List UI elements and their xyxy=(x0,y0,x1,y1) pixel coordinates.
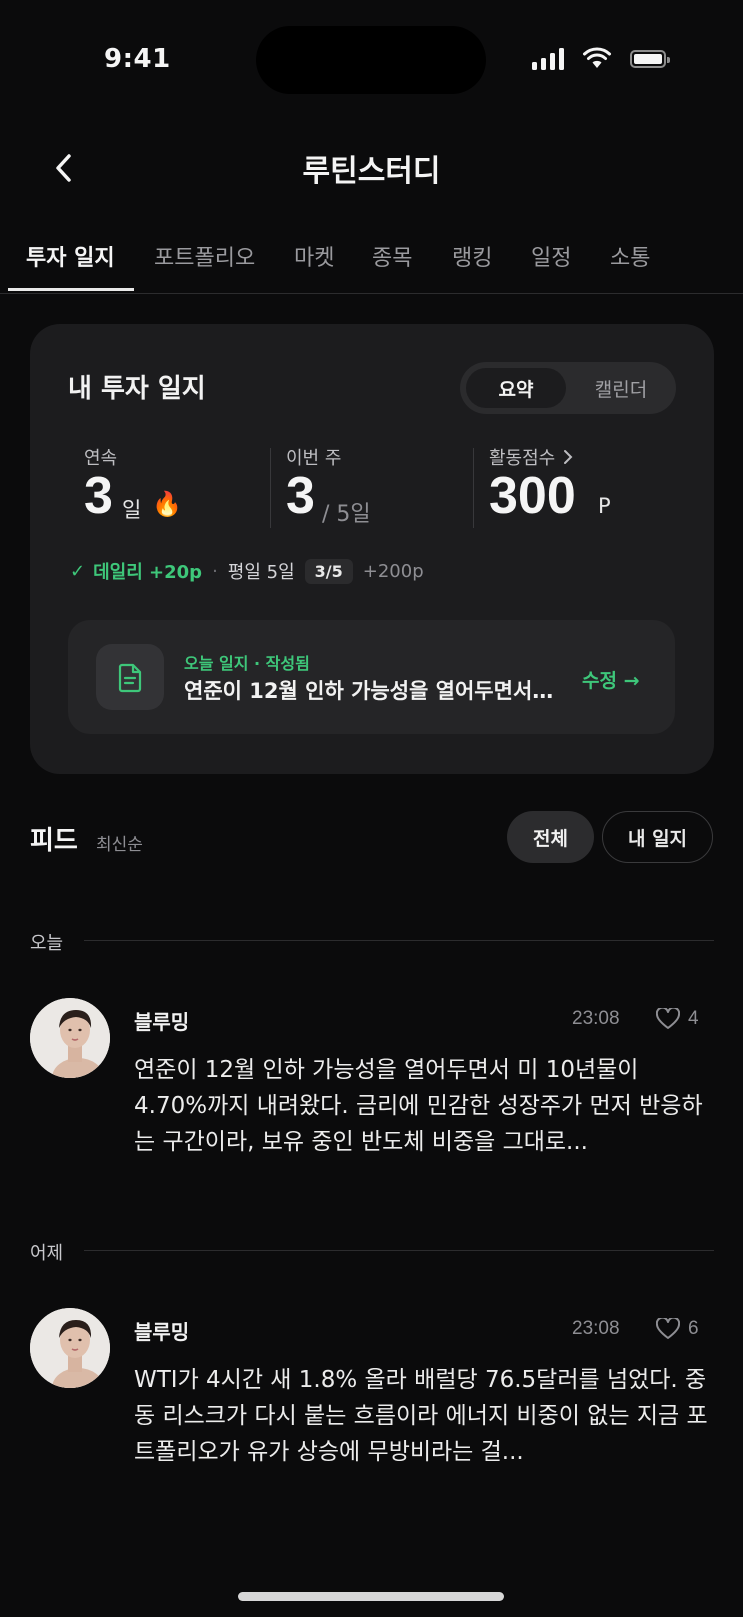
home-indicator[interactable] xyxy=(238,1592,504,1601)
heart-icon[interactable] xyxy=(656,1318,680,1340)
filter-mine-button[interactable]: 내 일지 xyxy=(602,811,713,863)
tab-bar: 투자 일지 포트폴리오 마켓 종목 랭킹 일정 소통 xyxy=(0,232,743,294)
active-tab-indicator xyxy=(8,288,134,291)
calendar-toggle-button[interactable]: 캘린더 xyxy=(572,368,670,408)
day-group-label: 어제 xyxy=(30,1243,64,1264)
post-body[interactable]: 연준이 12월 인하 가능성을 열어두면서 미 10년물이 4.70%까지 내려… xyxy=(134,1052,714,1160)
tab-journal[interactable]: 투자 일지 xyxy=(26,240,115,272)
chevron-right-icon xyxy=(564,450,573,464)
like-count: 4 xyxy=(688,1008,699,1029)
separator: · xyxy=(212,560,218,582)
stat-divider xyxy=(473,448,474,528)
check-icon: ✓ xyxy=(70,560,86,582)
day-group-label: 오늘 xyxy=(30,933,64,954)
wifi-icon xyxy=(583,47,611,68)
today-entry-preview: 연준이 12월 인하 가능성을 열어두면서 미 10년물이 4.70%까지 내려… xyxy=(184,679,560,703)
tab-market[interactable]: 마켓 xyxy=(294,240,334,272)
week-total: / 5일 xyxy=(322,502,371,527)
post-body[interactable]: WTI가 4시간 새 1.8% 올라 배럴당 76.5달러를 넘었다. 중동 리… xyxy=(134,1362,714,1470)
streak-value: 3 xyxy=(84,467,113,525)
activity-value: 300 xyxy=(489,467,576,525)
activity-unit: P xyxy=(598,494,611,518)
today-entry-status: 오늘 일지 · 작성됨 xyxy=(184,654,310,673)
summary-toggle-button[interactable]: 요약 xyxy=(466,368,566,408)
daily-reward-row: ✓ 데일리 +20p · 평일 5일 3/5 +200p xyxy=(70,556,424,586)
weekday-reward: +200p xyxy=(362,560,424,582)
avatar[interactable] xyxy=(30,1308,110,1388)
battery-icon xyxy=(630,50,670,68)
heart-icon[interactable] xyxy=(656,1008,680,1030)
edit-entry-button[interactable]: 수정 → xyxy=(582,666,640,693)
post-author[interactable]: 블루밍 xyxy=(134,1316,189,1345)
feed-title: 피드 xyxy=(30,826,78,856)
day-divider xyxy=(84,940,714,941)
weekday-progress: 3/5 xyxy=(304,558,353,584)
view-toggle: 요약 캘린더 xyxy=(460,362,676,414)
post-time: 23:08 xyxy=(572,1008,620,1029)
tab-stocks[interactable]: 종목 xyxy=(372,240,412,272)
dynamic-island xyxy=(256,26,486,94)
status-time: 9:41 xyxy=(104,44,171,74)
weekday-label: 평일 5일 xyxy=(227,562,295,583)
like-count: 6 xyxy=(688,1318,699,1339)
daily-bonus: 데일리 +20p xyxy=(93,562,203,583)
day-divider xyxy=(84,1250,714,1251)
post-author[interactable]: 블루밍 xyxy=(134,1006,189,1035)
stat-divider xyxy=(270,448,271,528)
avatar[interactable] xyxy=(30,998,110,1078)
feed-sort-label[interactable]: 최신순 xyxy=(96,830,143,855)
streak-unit: 일 xyxy=(122,498,142,522)
tab-portfolio[interactable]: 포트폴리오 xyxy=(154,240,255,272)
week-value: 3 xyxy=(286,467,315,525)
filter-all-button[interactable]: 전체 xyxy=(507,811,594,863)
tab-ranking[interactable]: 랭킹 xyxy=(452,240,492,272)
signal-icon xyxy=(532,48,564,70)
tab-schedule[interactable]: 일정 xyxy=(531,240,571,272)
document-icon xyxy=(96,644,164,710)
page-title: 루틴스터디 xyxy=(302,154,441,189)
fire-icon: 🔥 xyxy=(152,490,182,518)
journal-card-title: 내 투자 일지 xyxy=(68,374,206,404)
tab-community[interactable]: 소통 xyxy=(610,240,650,272)
post-time: 23:08 xyxy=(572,1318,620,1339)
